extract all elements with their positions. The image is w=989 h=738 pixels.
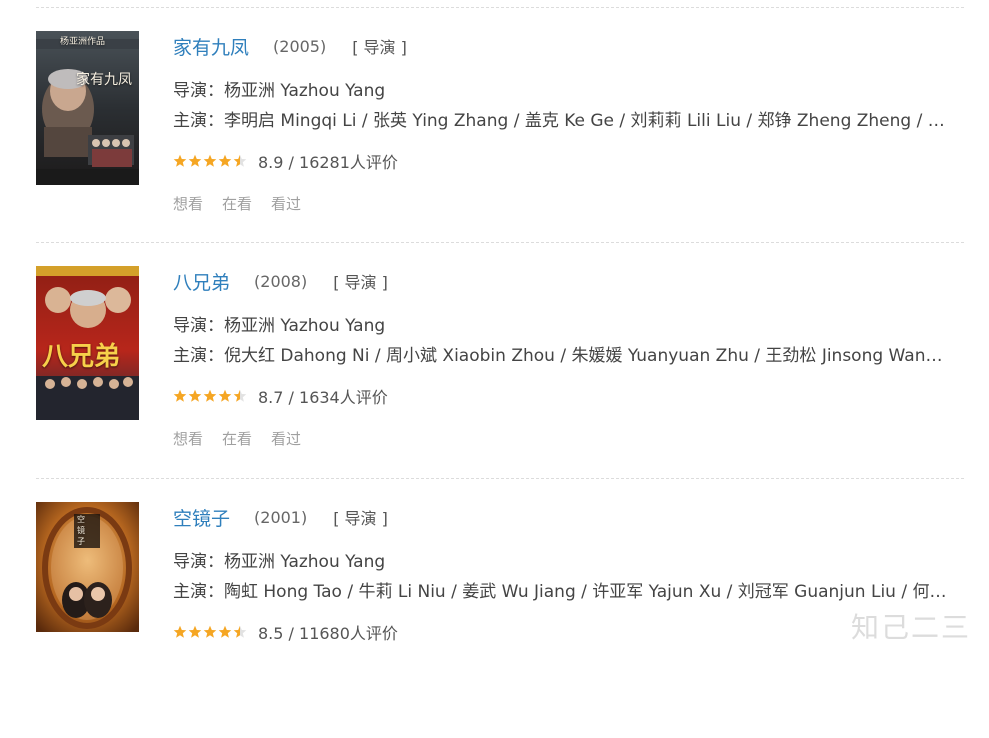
movie-item: 杨亚洲作品 家有九凤 家有九凤 (2005) [ 导演 ] 导演：杨亚洲 Yaz… [0, 31, 989, 267]
movie-title-link[interactable]: 空镜子 [173, 504, 230, 531]
cast-names: 李明启 Mingqi Li / 张英 Ying Zhang / 盖克 Ke Ge… [224, 111, 953, 131]
star-half-icon [233, 625, 247, 638]
role-tag: [ 导演 ] [333, 509, 388, 528]
star-full-icon [188, 154, 202, 167]
poster-title: 家有九凤 [76, 72, 132, 88]
movie-title-link[interactable]: 八兄弟 [173, 268, 230, 295]
rating-row: 8.5 / 11680人评价 [173, 620, 963, 644]
star-full-icon [203, 389, 217, 402]
star-full-icon [218, 625, 232, 638]
movie-year: (2001) [254, 507, 308, 527]
movie-item: 八兄弟 八兄弟 (2008) [ 导演 ] 导演：杨亚洲 Yazhou Yang… [0, 266, 989, 502]
star-full-icon [203, 154, 217, 167]
star-full-icon [173, 154, 187, 167]
movie-info: 八兄弟 (2008) [ 导演 ] 导演：杨亚洲 Yazhou Yang 主演：… [173, 266, 963, 449]
top-divider [36, 7, 964, 8]
rating-text: 8.5 / 11680人评价 [258, 624, 398, 643]
star-half-icon [233, 389, 247, 402]
director-name: 杨亚洲 Yazhou Yang [224, 81, 386, 101]
role-tag: [ 导演 ] [352, 38, 407, 57]
want-to-watch-button[interactable]: 想看 [173, 193, 203, 214]
star-full-icon [218, 389, 232, 402]
movie-info: 家有九凤 (2005) [ 导演 ] 导演：杨亚洲 Yazhou Yang 主演… [173, 31, 963, 214]
cast-line: 主演：陶虹 Hong Tao / 牛莉 Li Niu / 姜武 Wu Jiang… [173, 577, 953, 607]
cast-label: 主演： [173, 346, 224, 366]
item-divider [36, 478, 964, 479]
director-name: 杨亚洲 Yazhou Yang [224, 552, 386, 572]
action-bar: 想看 在看 看过 [173, 193, 963, 214]
star-full-icon [188, 389, 202, 402]
director-label: 导演： [173, 552, 224, 572]
star-rating [173, 154, 248, 168]
star-rating [173, 389, 248, 403]
item-divider [36, 242, 964, 243]
cast-label: 主演： [173, 111, 224, 131]
director-label: 导演： [173, 316, 224, 336]
director-line: 导演：杨亚洲 Yazhou Yang [173, 547, 963, 577]
movie-poster[interactable]: 八兄弟 [36, 266, 139, 420]
title-row: 空镜子 (2001) [ 导演 ] [173, 502, 963, 532]
rating-text: 8.7 / 1634人评价 [258, 388, 388, 407]
title-row: 八兄弟 (2008) [ 导演 ] [173, 266, 963, 296]
poster-title: 空镜子 [77, 515, 85, 546]
cast-label: 主演： [173, 582, 224, 602]
movie-title-link[interactable]: 家有九凤 [173, 33, 249, 60]
movie-poster[interactable]: 杨亚洲作品 家有九凤 [36, 31, 139, 185]
title-row: 家有九凤 (2005) [ 导演 ] [173, 31, 963, 61]
cast-names: 倪大红 Dahong Ni / 周小斌 Xiaobin Zhou / 朱媛媛 Y… [224, 346, 953, 366]
rating-row: 8.9 / 16281人评价 [173, 149, 963, 173]
want-to-watch-button[interactable]: 想看 [173, 428, 203, 449]
star-half-icon [233, 154, 247, 167]
role-tag: [ 导演 ] [333, 273, 388, 292]
cast-line: 主演：李明启 Mingqi Li / 张英 Ying Zhang / 盖克 Ke… [173, 106, 953, 136]
movie-item: 空镜子 空镜子 (2001) [ 导演 ] 导演：杨亚洲 Yazhou Yang… [0, 502, 989, 738]
poster-title: 八兄弟 [42, 342, 121, 372]
watched-button[interactable]: 看过 [271, 428, 301, 449]
watermark: 知己二三 [850, 611, 971, 644]
star-full-icon [203, 625, 217, 638]
poster-caption: 杨亚洲作品 [60, 37, 106, 47]
star-full-icon [173, 389, 187, 402]
watching-button[interactable]: 在看 [222, 193, 252, 214]
rating-row: 8.7 / 1634人评价 [173, 384, 963, 408]
cast-names: 陶虹 Hong Tao / 牛莉 Li Niu / 姜武 Wu Jiang / … [224, 582, 953, 602]
movie-year: (2005) [273, 36, 327, 56]
star-full-icon [173, 625, 187, 638]
director-name: 杨亚洲 Yazhou Yang [224, 316, 386, 336]
action-bar: 想看 在看 看过 [173, 428, 963, 449]
director-line: 导演：杨亚洲 Yazhou Yang [173, 311, 963, 341]
movie-poster[interactable]: 空镜子 [36, 502, 139, 656]
rating-text: 8.9 / 16281人评价 [258, 153, 398, 172]
star-rating [173, 625, 248, 639]
star-full-icon [218, 154, 232, 167]
watching-button[interactable]: 在看 [222, 428, 252, 449]
movie-year: (2008) [254, 271, 308, 291]
cast-line: 主演：倪大红 Dahong Ni / 周小斌 Xiaobin Zhou / 朱媛… [173, 341, 953, 371]
director-label: 导演： [173, 81, 224, 101]
director-line: 导演：杨亚洲 Yazhou Yang [173, 76, 963, 106]
watched-button[interactable]: 看过 [271, 193, 301, 214]
movie-info: 空镜子 (2001) [ 导演 ] 导演：杨亚洲 Yazhou Yang 主演：… [173, 502, 963, 644]
star-full-icon [188, 625, 202, 638]
